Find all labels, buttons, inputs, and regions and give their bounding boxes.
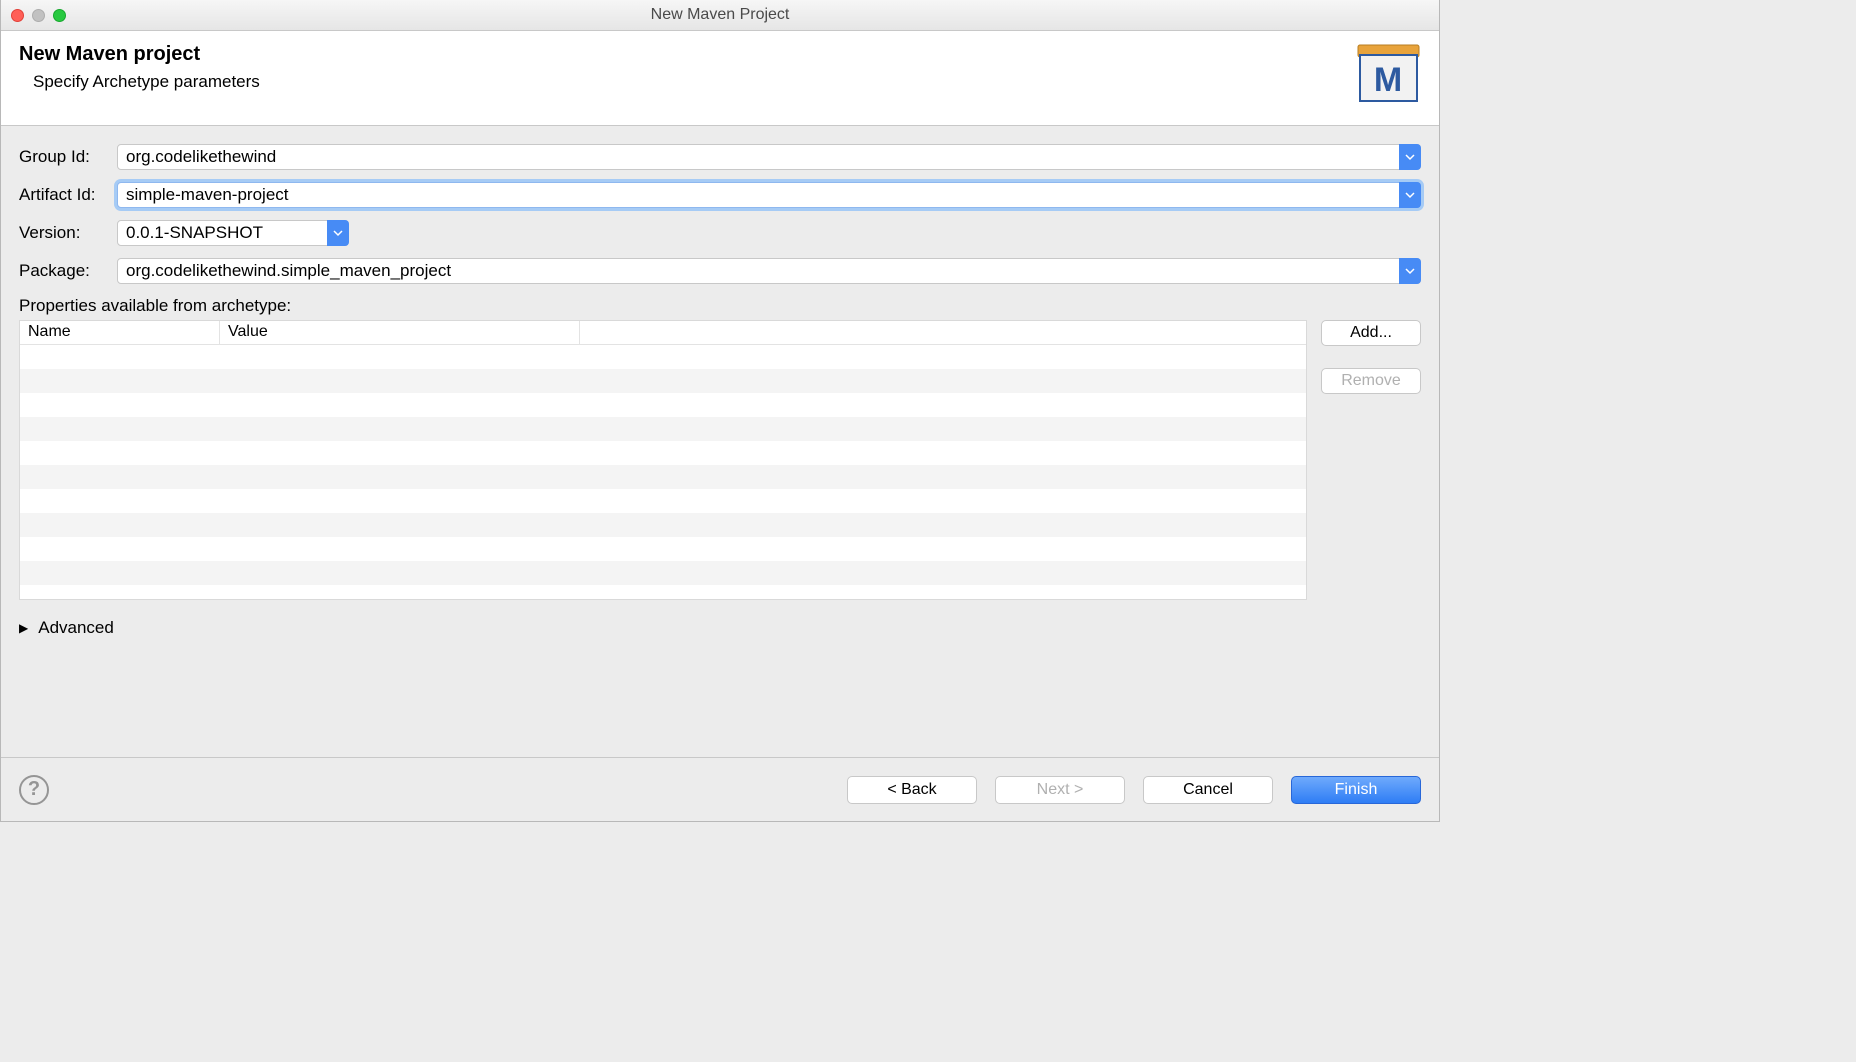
titlebar: New Maven Project [1,0,1439,31]
help-icon: ? [28,778,40,801]
table-row[interactable] [20,369,1306,393]
table-row[interactable] [20,513,1306,537]
svg-text:M: M [1374,61,1402,99]
properties-rows [20,345,1306,585]
package-combo [117,258,1421,284]
add-button[interactable]: Add... [1321,320,1421,346]
package-input[interactable] [117,258,1421,284]
table-row[interactable] [20,561,1306,585]
window-controls [11,9,66,22]
page-subtitle: Specify Archetype parameters [33,72,1356,92]
group-id-combo [117,144,1421,170]
version-dropdown-button[interactable] [327,220,349,246]
group-id-dropdown-button[interactable] [1399,144,1421,170]
artifact-id-dropdown-button[interactable] [1399,182,1421,208]
window-title: New Maven Project [1,6,1439,24]
properties-header: Name Value [20,321,1306,345]
wizard-content: Group Id: Artifact Id: Version: [1,126,1439,757]
artifact-id-label: Artifact Id: [19,185,117,205]
table-row[interactable] [20,465,1306,489]
cancel-button[interactable]: Cancel [1143,776,1273,804]
group-id-label: Group Id: [19,147,117,167]
version-label: Version: [19,223,117,243]
dialog-new-maven-project: New Maven Project New Maven project Spec… [0,0,1440,822]
table-row[interactable] [20,417,1306,441]
table-row[interactable] [20,441,1306,465]
table-row[interactable] [20,345,1306,369]
finish-button[interactable]: Finish [1291,776,1421,804]
column-name[interactable]: Name [20,321,220,344]
advanced-label: Advanced [38,618,114,638]
table-row[interactable] [20,393,1306,417]
properties-table[interactable]: Name Value [19,320,1307,600]
maven-icon: M [1356,43,1421,105]
wizard-footer: ? < Back Next > Cancel Finish [1,757,1439,821]
advanced-section-toggle[interactable]: ▶ Advanced [19,618,1421,638]
version-combo [117,220,349,246]
group-id-input[interactable] [117,144,1421,170]
table-row[interactable] [20,537,1306,561]
artifact-id-combo [117,182,1421,208]
zoom-window-button[interactable] [53,9,66,22]
help-button[interactable]: ? [19,775,49,805]
properties-label: Properties available from archetype: [19,296,1421,316]
next-button[interactable]: Next > [995,776,1125,804]
package-label: Package: [19,261,117,281]
column-spacer [580,321,1306,344]
disclosure-triangle-icon: ▶ [19,621,28,635]
minimize-window-button[interactable] [32,9,45,22]
table-row[interactable] [20,489,1306,513]
artifact-id-input[interactable] [117,182,1421,208]
close-window-button[interactable] [11,9,24,22]
version-input[interactable] [117,220,349,246]
page-title: New Maven project [19,43,1356,66]
remove-button[interactable]: Remove [1321,368,1421,394]
package-dropdown-button[interactable] [1399,258,1421,284]
back-button[interactable]: < Back [847,776,977,804]
column-value[interactable]: Value [220,321,580,344]
wizard-header: New Maven project Specify Archetype para… [1,31,1439,126]
